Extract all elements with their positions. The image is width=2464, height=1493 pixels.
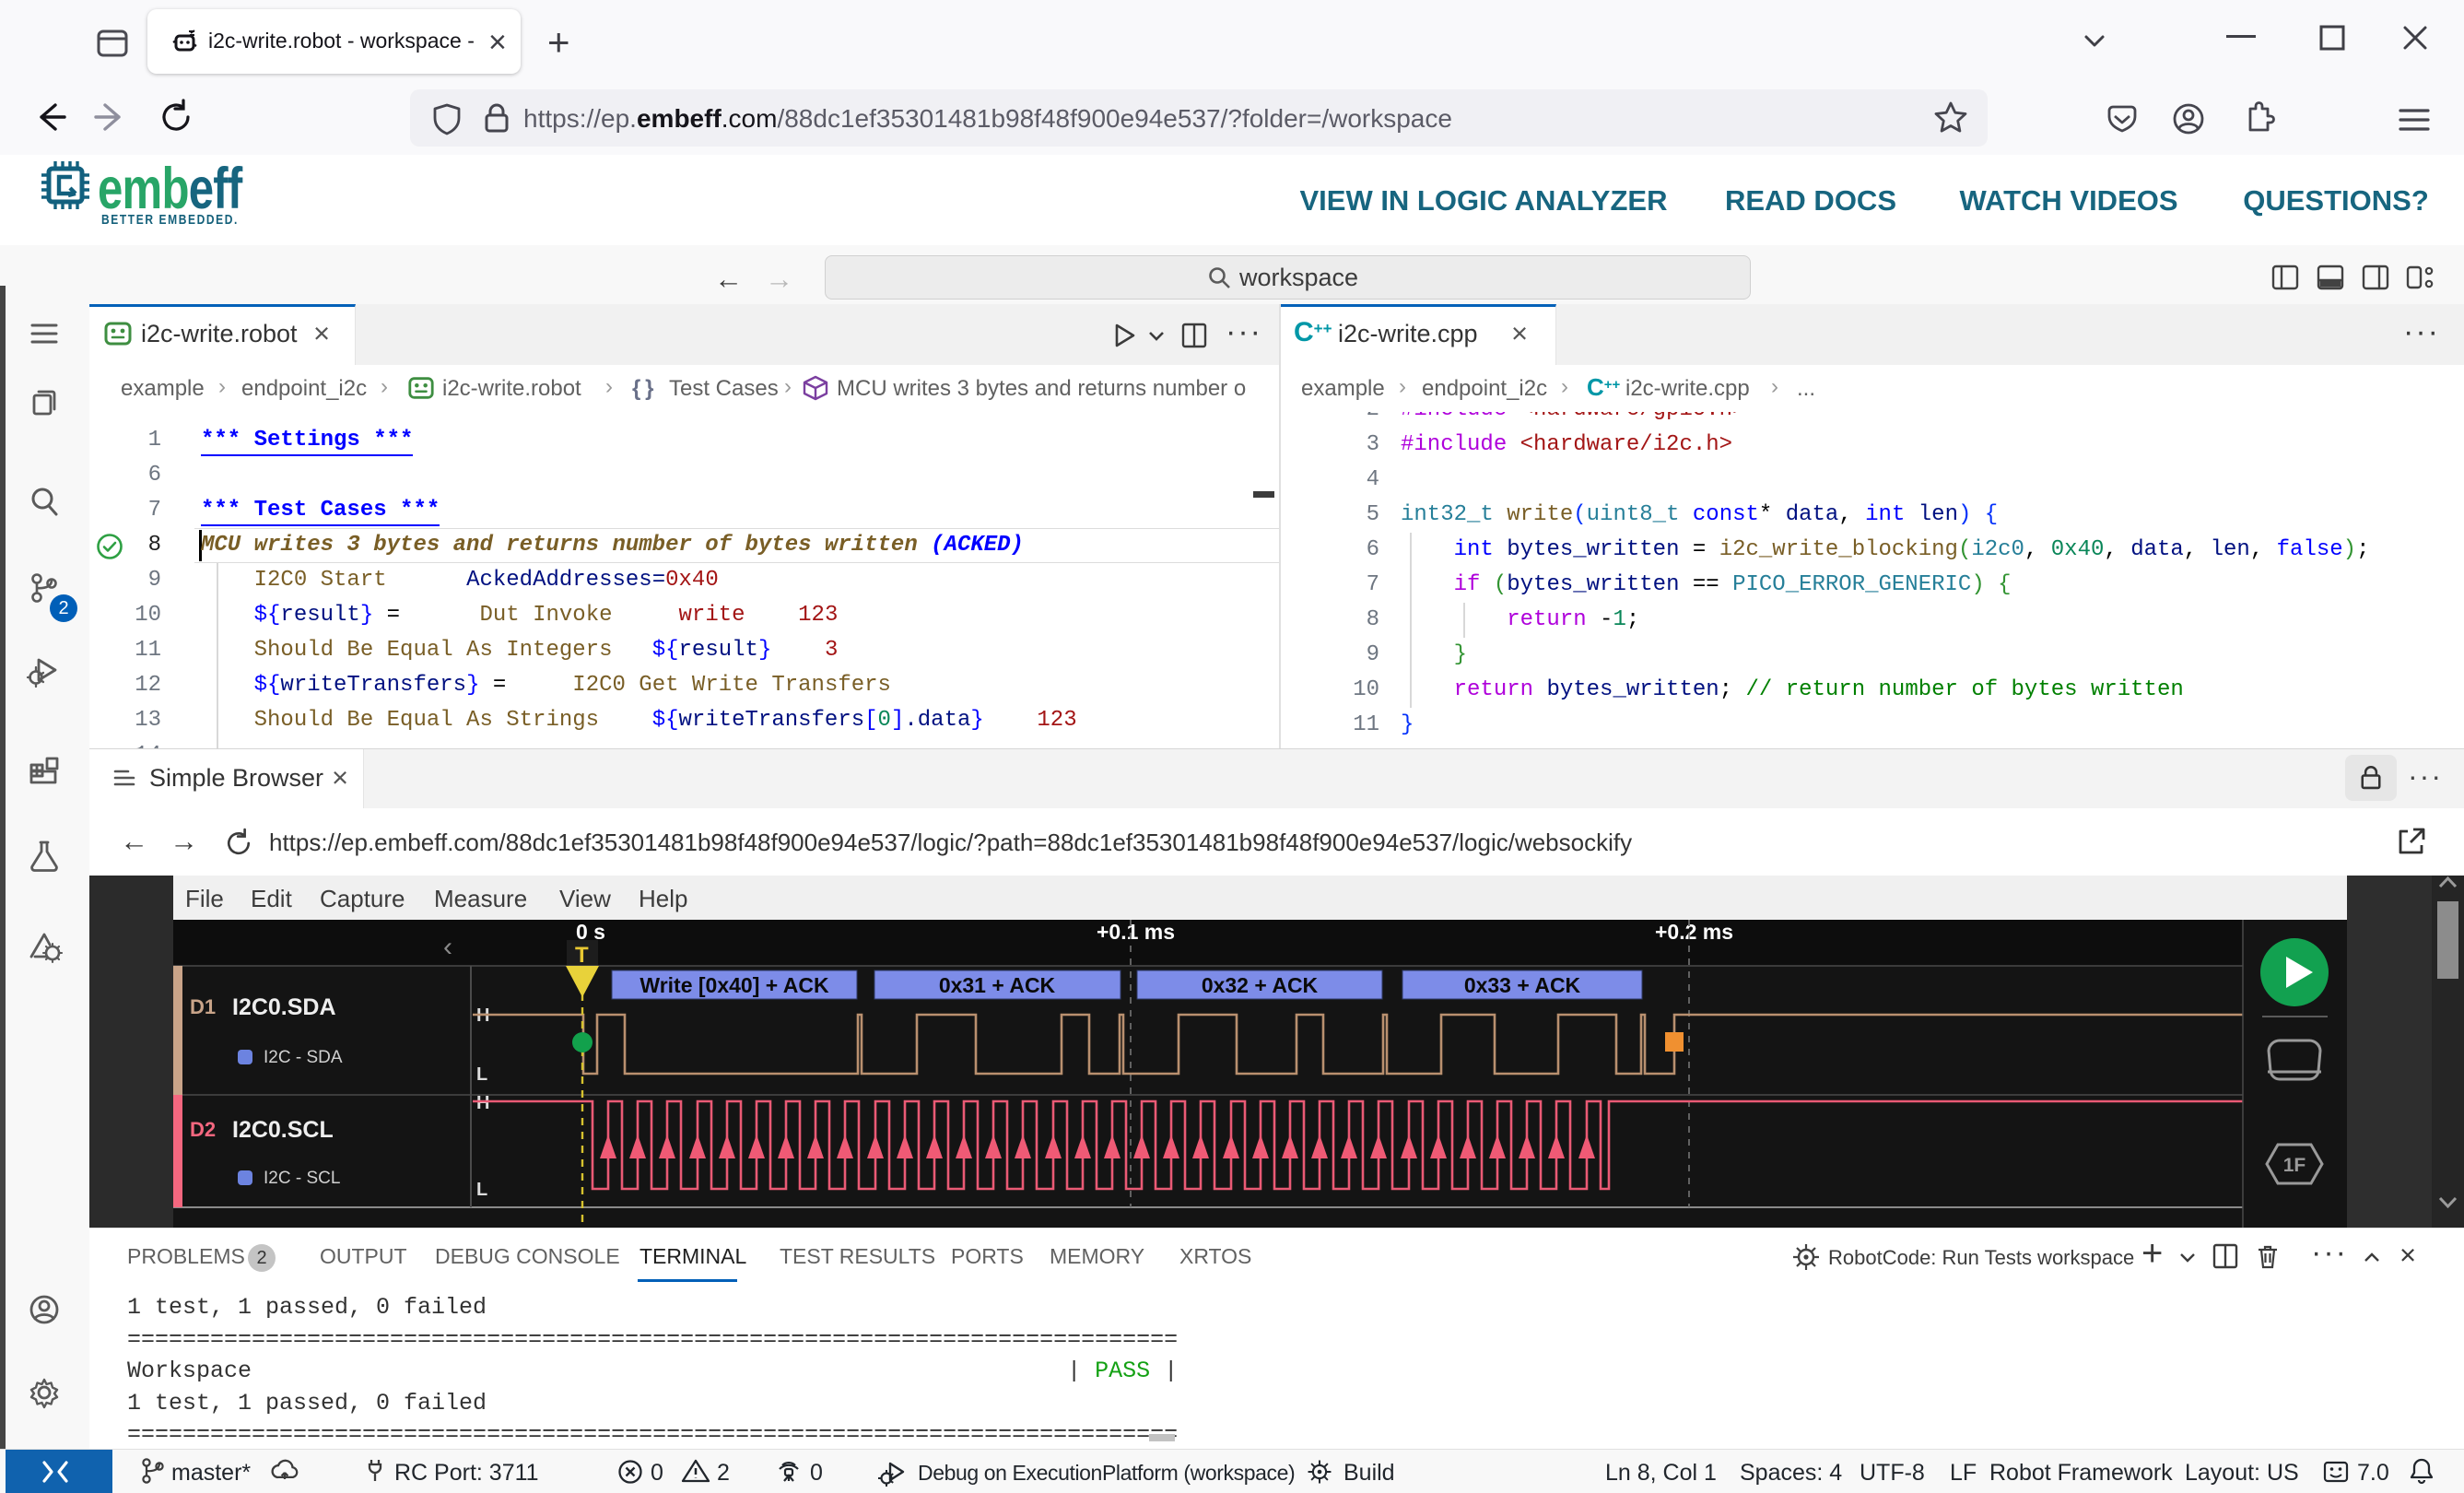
- svg-text:L: L: [476, 1064, 487, 1085]
- svg-text:I2C0.SCL: I2C0.SCL: [232, 1117, 334, 1143]
- svg-text:+0.2 ms: +0.2 ms: [1655, 920, 1733, 944]
- svg-text:T: T: [575, 943, 589, 968]
- svg-text:Write [0x40] + ACK: Write [0x40] + ACK: [639, 973, 829, 997]
- svg-text:‹: ‹: [443, 932, 452, 962]
- svg-text:Help: Help: [639, 885, 687, 912]
- svg-text:1F: 1F: [2283, 1155, 2306, 1176]
- svg-text:+0.1 ms: +0.1 ms: [1097, 920, 1175, 944]
- svg-text:D1: D1: [190, 995, 216, 1018]
- svg-text:File: File: [185, 885, 224, 912]
- svg-text:0x32 + ACK: 0x32 + ACK: [1202, 973, 1319, 997]
- svg-text:View: View: [559, 885, 611, 912]
- svg-text:L: L: [476, 1180, 487, 1200]
- svg-text:Edit: Edit: [251, 885, 293, 912]
- svg-text:H: H: [476, 1093, 489, 1113]
- svg-text:I2C0.SDA: I2C0.SDA: [232, 994, 336, 1020]
- svg-text:I2C - SCL: I2C - SCL: [264, 1169, 340, 1188]
- svg-text:0x31 + ACK: 0x31 + ACK: [939, 973, 1056, 997]
- svg-text:0x33 + ACK: 0x33 + ACK: [1464, 973, 1581, 997]
- svg-text:D2: D2: [190, 1118, 216, 1141]
- svg-text:Capture: Capture: [320, 885, 405, 912]
- svg-text:Measure: Measure: [434, 885, 527, 912]
- svg-text:I2C - SDA: I2C - SDA: [264, 1048, 343, 1067]
